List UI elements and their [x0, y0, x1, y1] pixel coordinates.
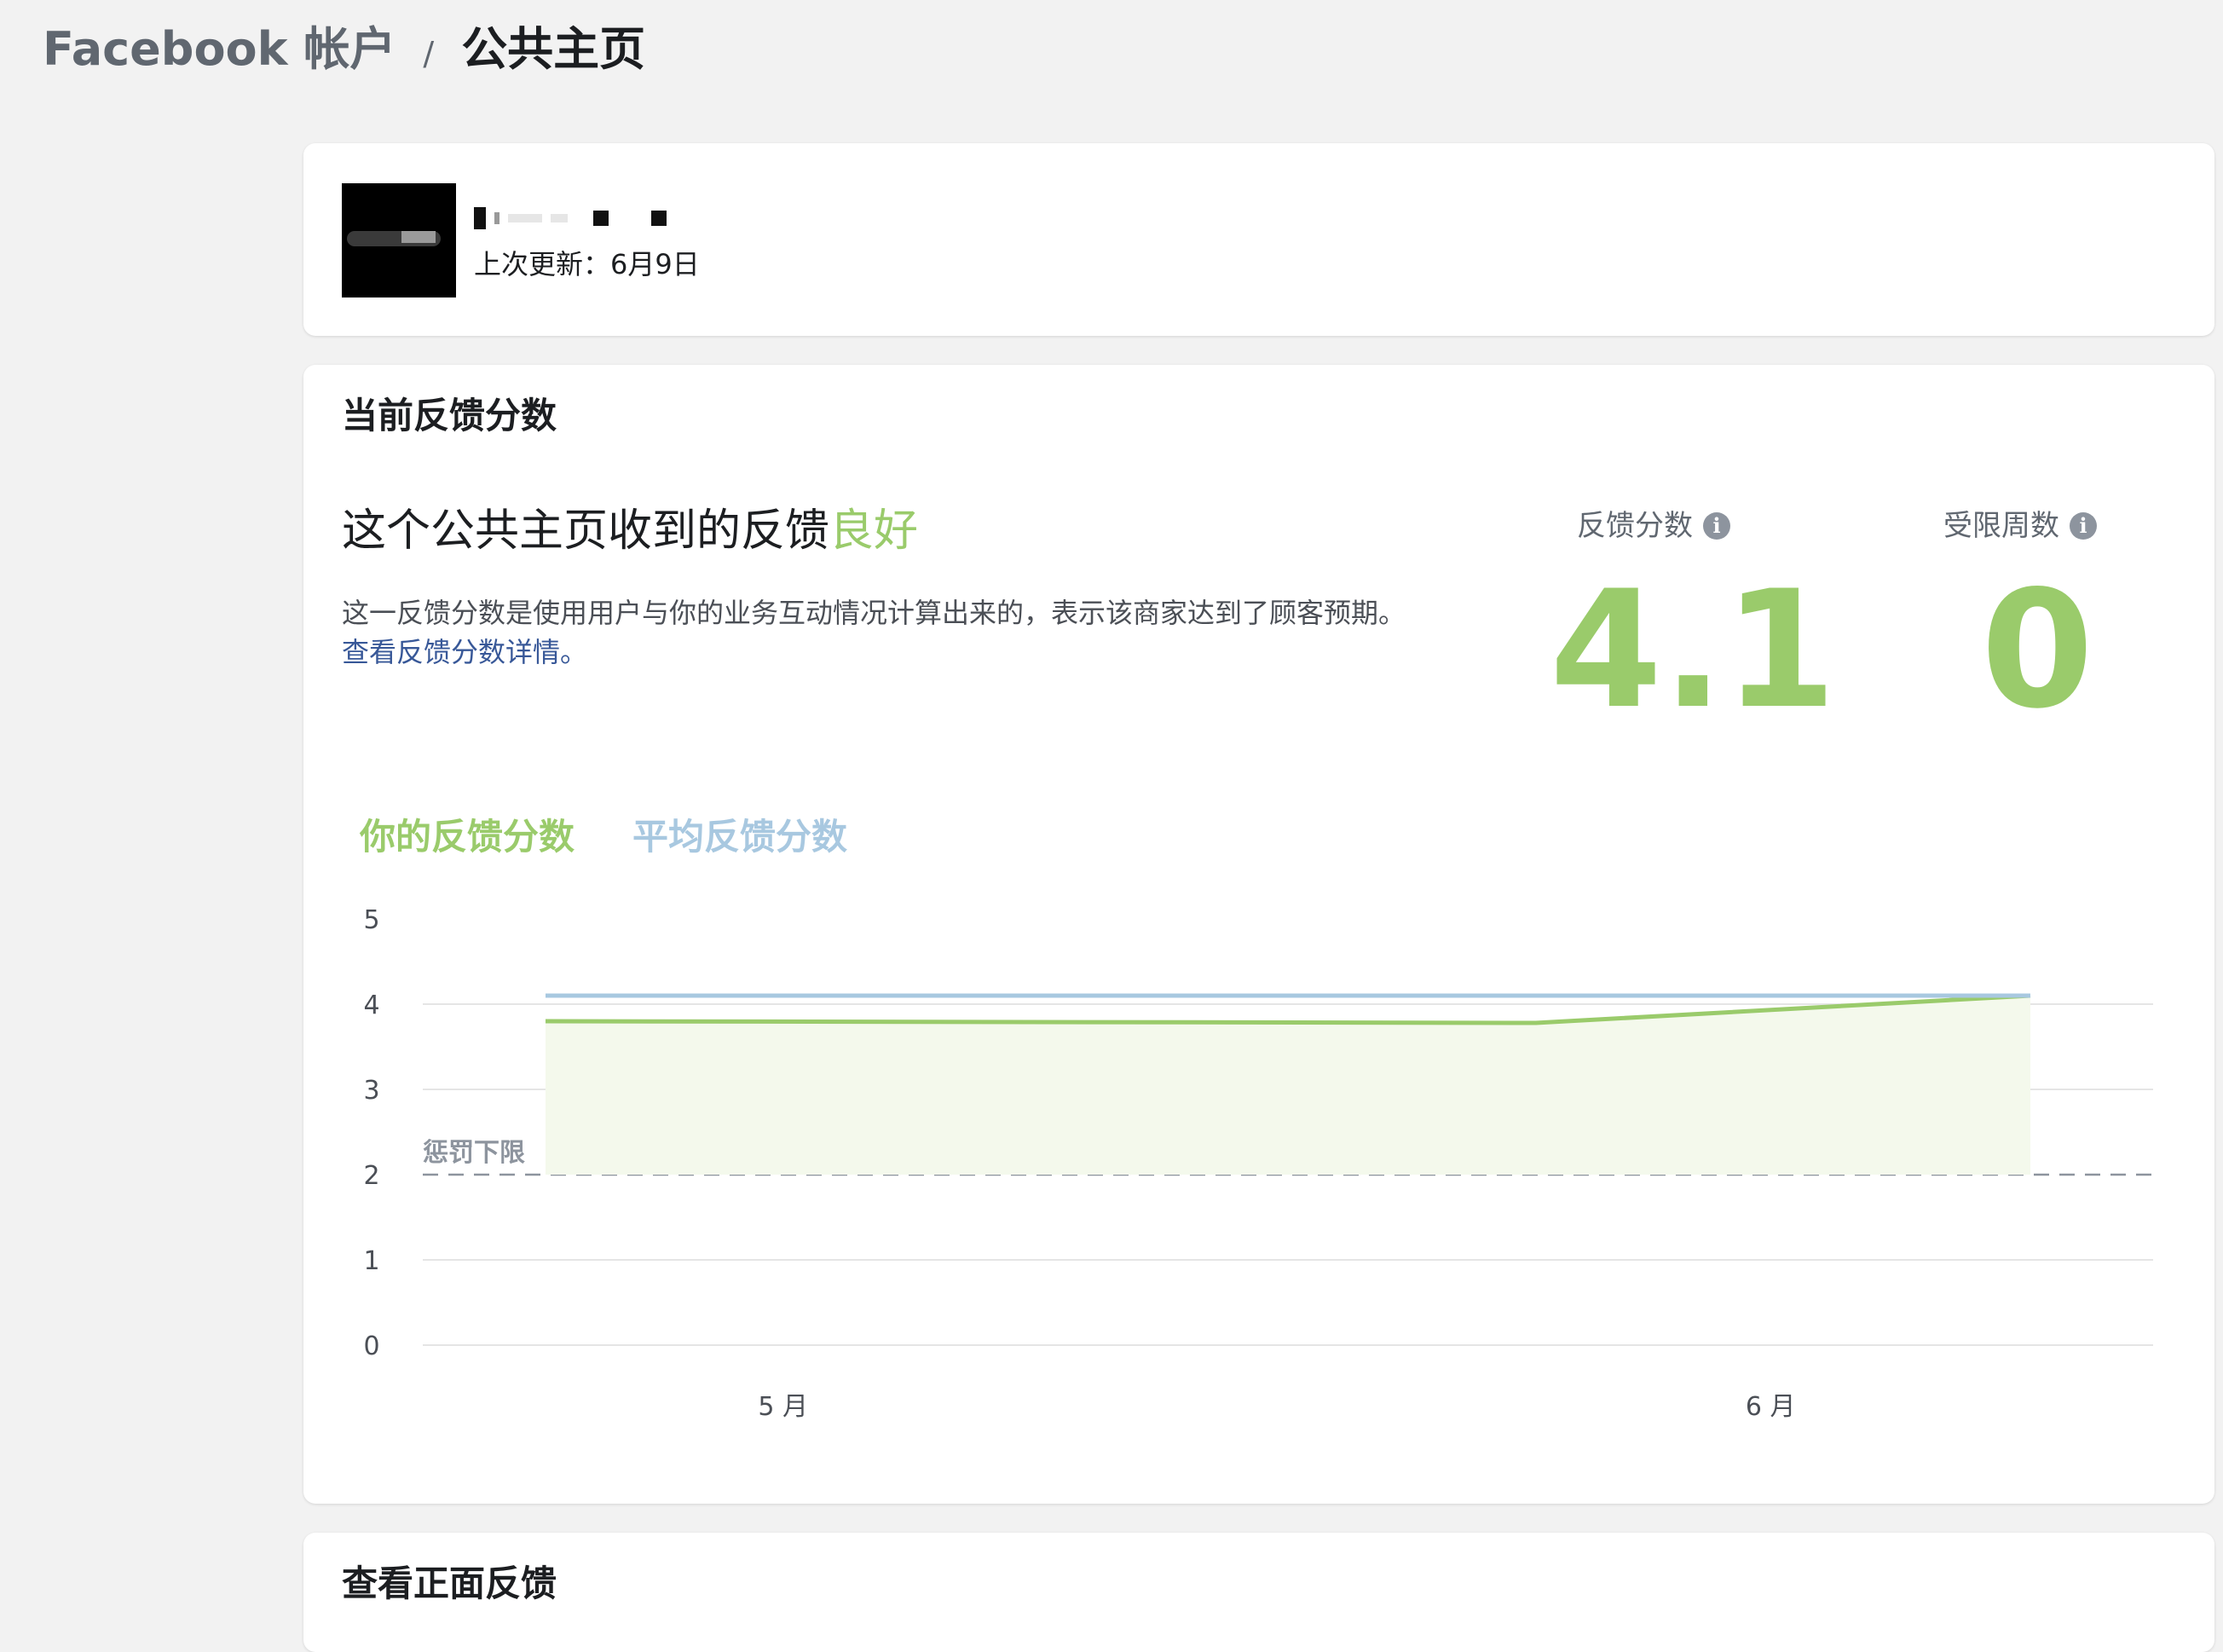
breadcrumb-facebook-account[interactable]: Facebook 帐户	[43, 19, 396, 80]
redaction-block	[651, 211, 667, 226]
y-tick-label: 5	[363, 905, 379, 935]
y-tick-label: 4	[363, 991, 379, 1020]
y-tick-label: 3	[363, 1076, 379, 1106]
y-tick-label: 0	[363, 1331, 379, 1361]
feedback-score-chart: 5 4 3 2 1 0 惩罚下限 5 月 6 月	[363, 905, 2153, 1422]
last-updated-text: 上次更新：6月9日	[474, 248, 700, 280]
x-tick-label: 6 月	[1746, 1392, 1796, 1422]
redaction-block	[593, 211, 609, 226]
section-title-positive-feedback[interactable]: 查看正面反馈	[342, 1558, 557, 1609]
redaction-block	[508, 214, 542, 222]
penalty-threshold-label: 惩罚下限	[423, 1138, 525, 1168]
redaction-block	[474, 207, 486, 229]
page-avatar[interactable]	[342, 183, 456, 297]
breadcrumb-separator: /	[423, 35, 435, 72]
breadcrumb: Facebook 帐户 / 公共主页	[43, 19, 645, 84]
breadcrumb-current-page: 公共主页	[461, 22, 646, 76]
positive-feedback-card: 查看正面反馈	[303, 1533, 2214, 1652]
feedback-score-card: 当前反馈分数 这个公共主页收到的反馈良好 这一反馈分数是使用用户与你的业务互动情…	[303, 365, 2214, 1504]
page-name-redacted[interactable]	[474, 201, 730, 235]
redaction-block	[494, 212, 499, 224]
y-tick-label: 2	[363, 1161, 379, 1191]
page-info-card: 上次更新：6月9日	[303, 143, 2214, 336]
redaction-block	[551, 214, 568, 222]
x-tick-label: 5 月	[758, 1392, 808, 1422]
y-tick-label: 1	[363, 1246, 379, 1276]
avatar-redaction-light	[401, 231, 436, 243]
